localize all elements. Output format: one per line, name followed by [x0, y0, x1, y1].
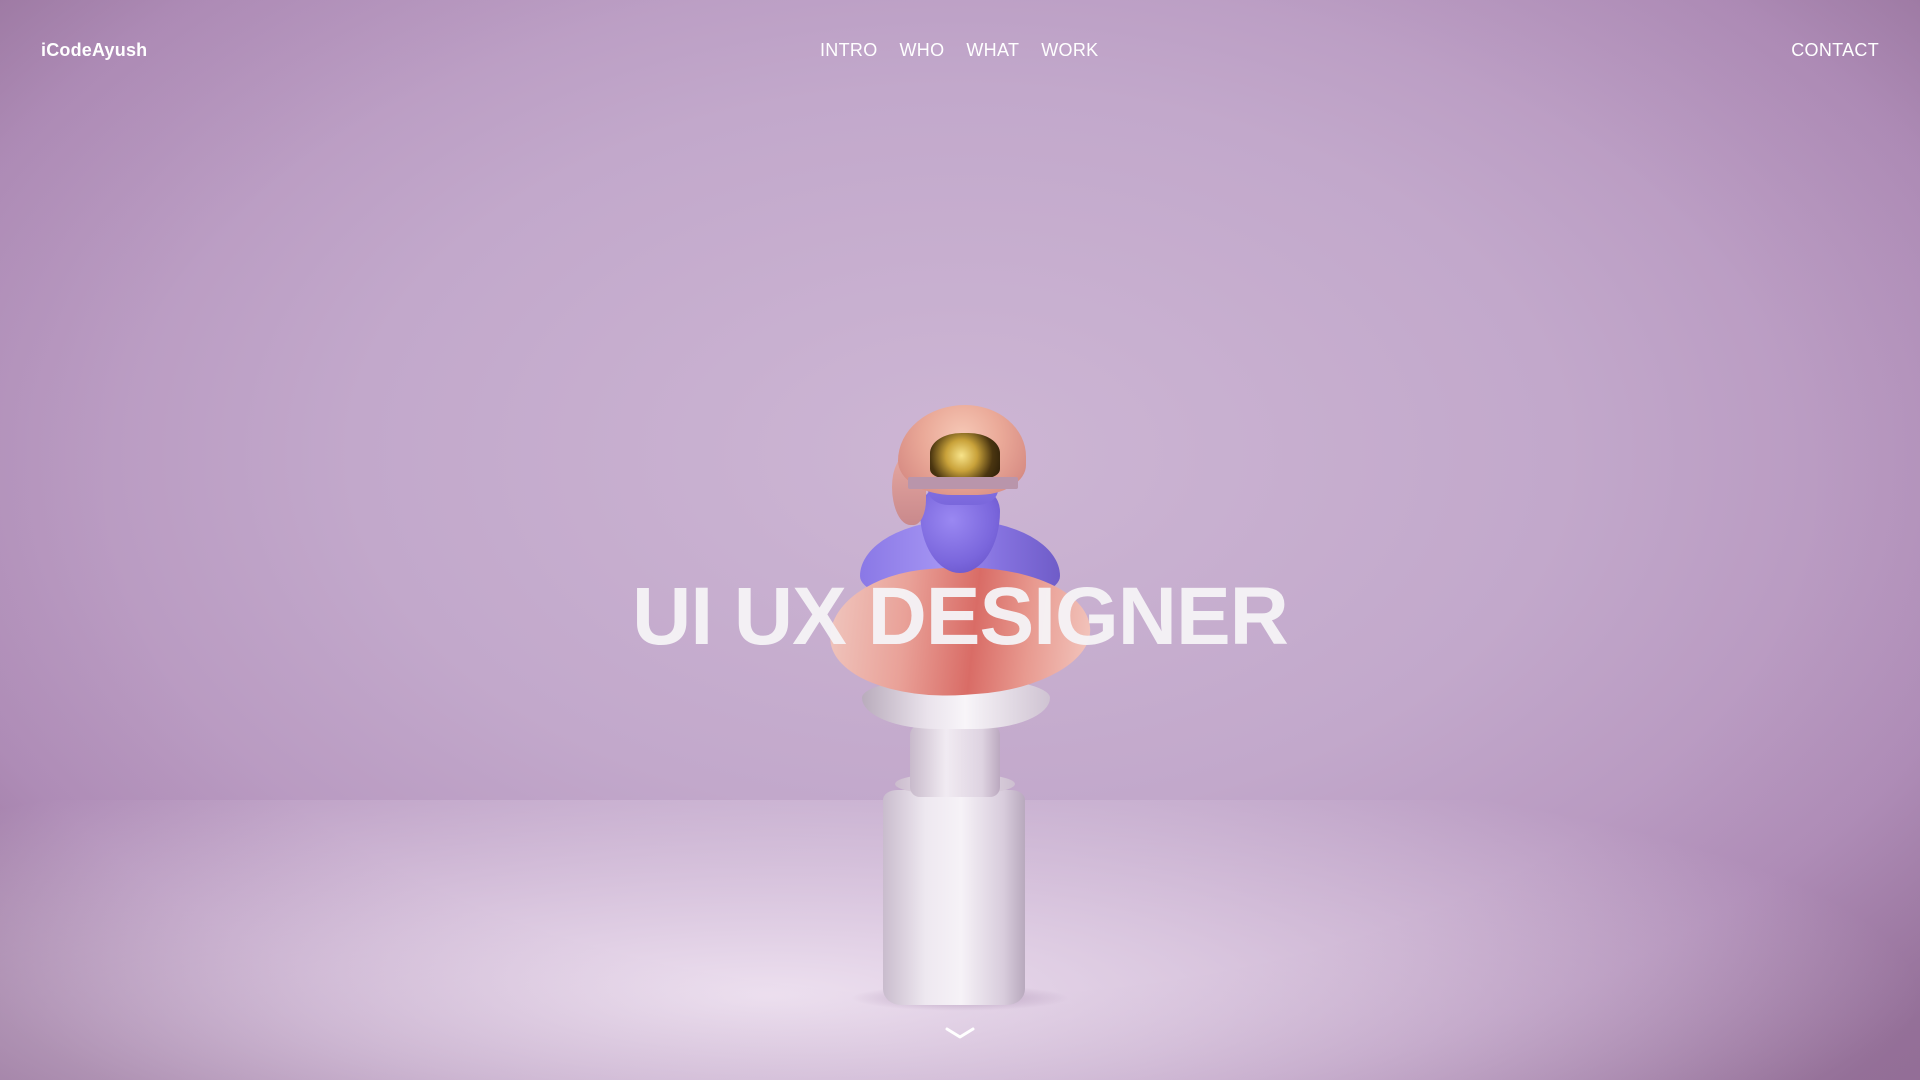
nav-item-who[interactable]: WHO [900, 40, 945, 61]
nav-item-work[interactable]: WORK [1041, 40, 1098, 61]
hero-headline: UI UX DESIGNER [632, 571, 1289, 662]
site-header: iCodeAyush INTRO WHO WHAT WORK CONTACT [0, 0, 1920, 104]
logo[interactable]: iCodeAyush [41, 40, 147, 61]
hero-sculpture-image [820, 395, 1100, 1015]
contact-link[interactable]: CONTACT [1791, 40, 1879, 61]
nav-item-what[interactable]: WHAT [966, 40, 1019, 61]
nav-item-intro[interactable]: INTRO [820, 40, 878, 61]
pedestal-neck [910, 725, 1000, 797]
bust-slit [908, 477, 1018, 489]
pedestal [883, 790, 1025, 1005]
main-nav: INTRO WHO WHAT WORK [820, 40, 1098, 61]
chevron-down-icon[interactable] [943, 1024, 977, 1044]
bust-gold-mask [930, 433, 1000, 478]
